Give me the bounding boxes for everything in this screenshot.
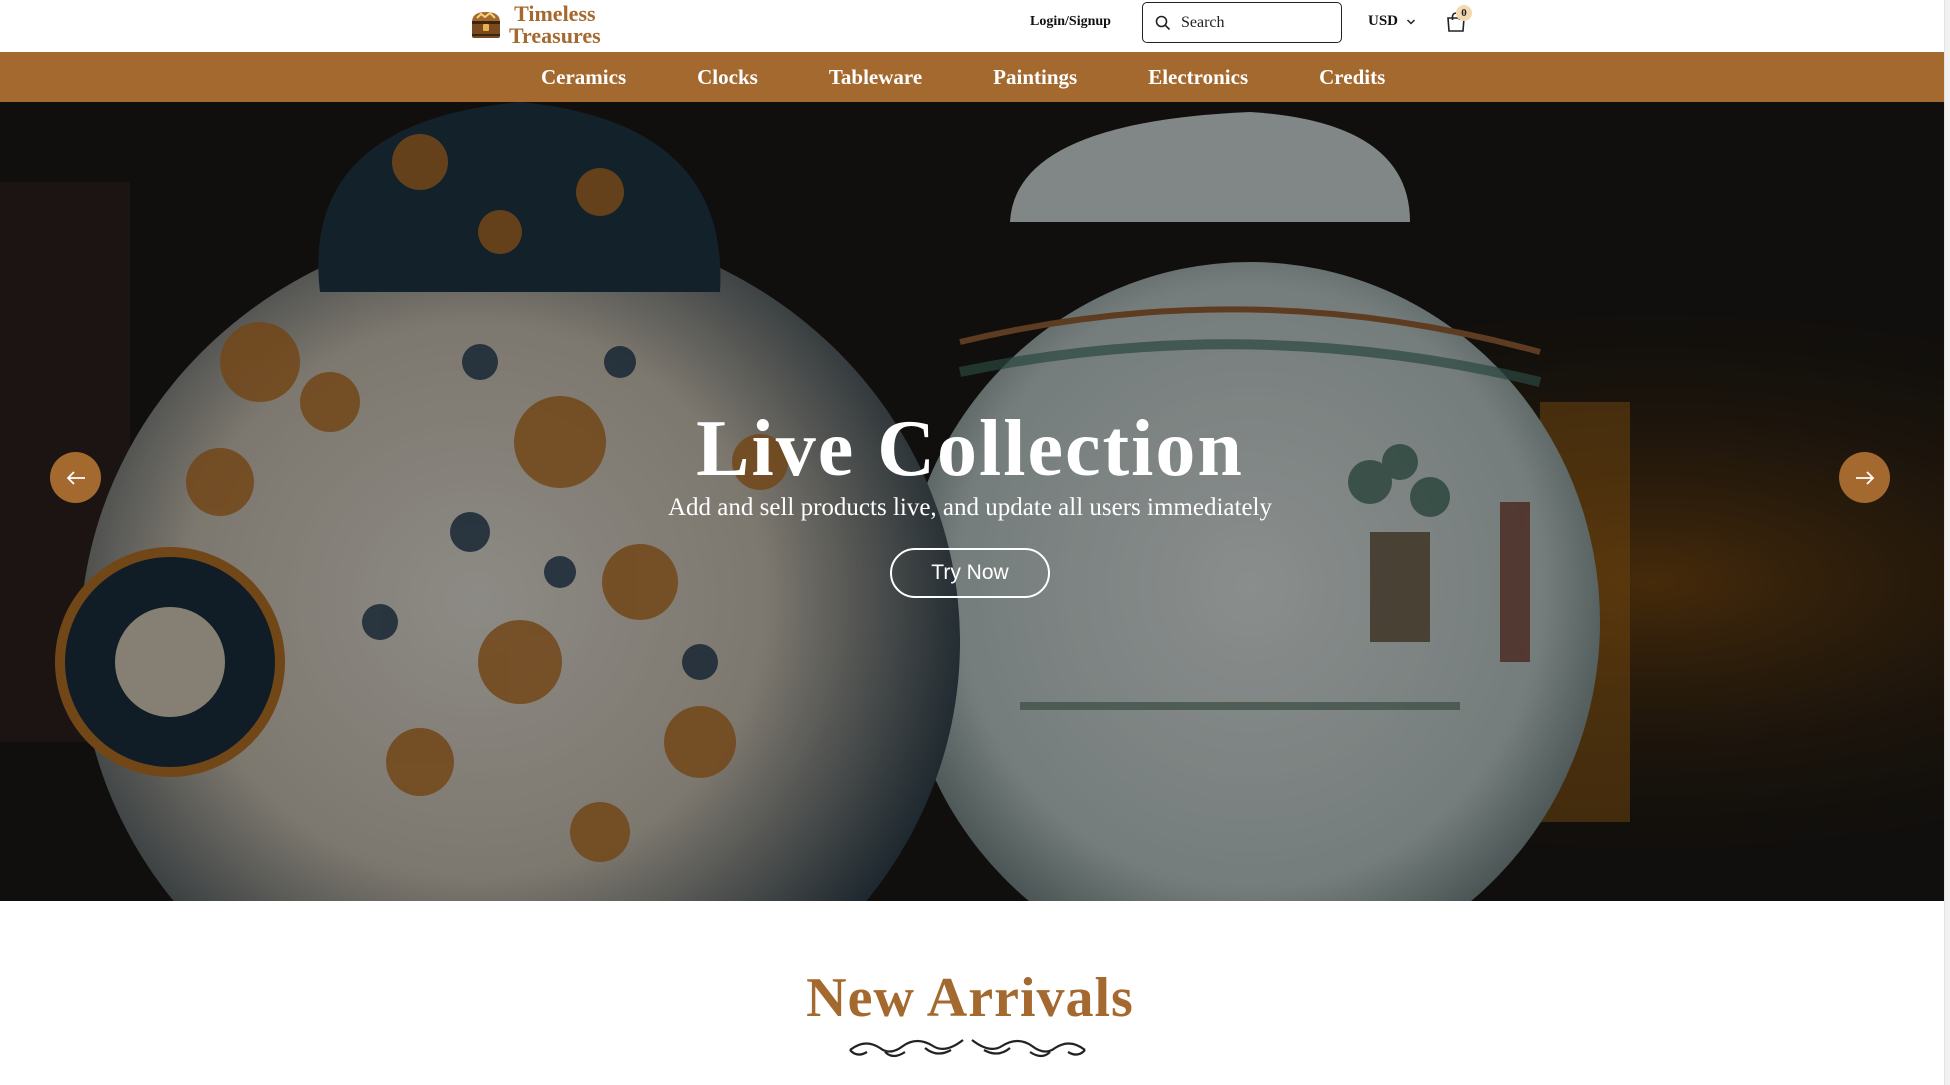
category-ceramics[interactable]: Ceramics [541,65,626,90]
hero-content: Live Collection Add and sell products li… [0,102,1944,901]
search-input[interactable] [1181,13,1331,32]
site-header: Timeless Treasures Login/Signup USD 0 [0,0,1944,52]
search-icon [1155,15,1171,30]
category-tableware[interactable]: Tableware [829,65,922,90]
category-paintings[interactable]: Paintings [993,65,1077,90]
hero-title: Live Collection [696,405,1244,493]
currency-value: USD [1368,13,1399,29]
new-arrivals-heading: New Arrivals [806,967,1134,1029]
login-signup-link[interactable]: Login/Signup [1030,14,1111,30]
hero-subtitle: Add and sell products live, and update a… [667,494,1273,521]
treasure-chest-icon [472,11,500,38]
hero-carousel: Live Collection Add and sell products li… [0,102,1944,901]
carousel-next-button[interactable] [1839,452,1890,503]
chevron-down-icon [1406,18,1416,25]
logo[interactable]: Timeless Treasures [469,3,601,47]
category-credits[interactable]: Credits [1319,65,1385,90]
category-clocks[interactable]: Clocks [697,65,758,90]
logo-line1: Timeless [514,1,596,26]
carousel-prev-button[interactable] [50,452,101,503]
arrow-right-icon [1855,470,1874,485]
cart-count-badge: 0 [1456,5,1472,21]
logo-line2: Treasures [509,23,601,48]
scrollbar[interactable] [1944,0,1950,1085]
arrow-left-icon [66,470,85,485]
category-nav: Ceramics Clocks Tableware Paintings Elec… [0,52,1944,102]
category-electronics[interactable]: Electronics [1148,65,1248,90]
search-box[interactable] [1142,2,1342,43]
try-now-button[interactable]: Try Now [890,548,1050,598]
ornamental-divider [849,1039,1086,1058]
logo-text: Timeless Treasures [509,3,601,47]
currency-selector[interactable]: USD [1368,13,1416,30]
